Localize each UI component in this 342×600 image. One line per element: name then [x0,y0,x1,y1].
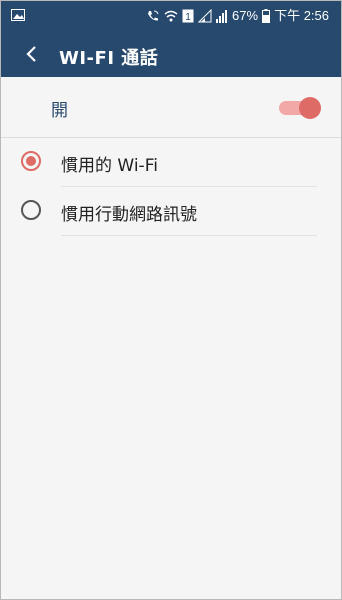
radio-button-selected[interactable] [21,151,41,171]
status-bar: 1 67% 下午 2:56 [1,1,341,31]
sim-badge: 1 [185,12,191,23]
battery-icon [262,9,271,23]
master-toggle[interactable] [279,97,321,119]
master-switch-label: 開 [51,101,68,121]
master-switch-row[interactable]: 開 [1,77,341,137]
battery-percent: 67% [232,8,259,23]
wifi-calling-icon [146,9,160,23]
sim-icon: 1 [182,9,194,23]
signal-icon [198,9,212,23]
app-bar: WI-FI 通話 [1,31,341,77]
settings-content: 開 慣用的 Wi-Fi 慣用行動網路訊號 [1,77,341,599]
signal-icon-2 [216,9,228,23]
option-prefer-wifi[interactable]: 慣用的 Wi-Fi [1,138,341,187]
page-title: WI-FI 通話 [59,48,159,69]
image-icon [11,9,25,21]
option-prefer-cellular[interactable]: 慣用行動網路訊號 [1,187,341,236]
radio-button[interactable] [21,200,41,220]
chevron-left-icon[interactable] [21,43,43,65]
toggle-knob [299,97,321,119]
divider [61,235,317,236]
clock: 下午 2:56 [274,8,329,23]
option-label: 慣用的 Wi-Fi [61,156,158,176]
wifi-icon [164,9,178,23]
phone-screen: 1 67% 下午 2:56 WI-FI 通話 開 慣用的 Wi-Fi 慣用行動網… [0,0,342,600]
option-label: 慣用行動網路訊號 [61,205,197,225]
